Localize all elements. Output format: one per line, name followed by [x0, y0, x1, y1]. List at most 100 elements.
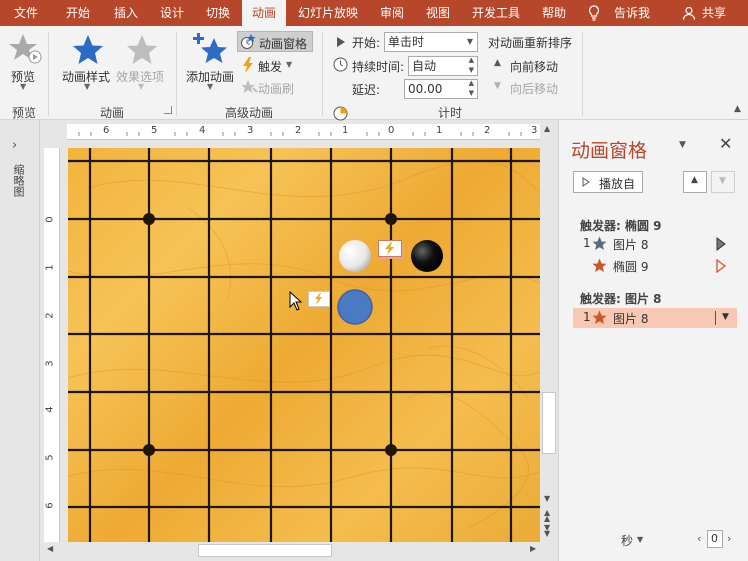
- ruler-ticks: [78, 132, 522, 136]
- close-icon[interactable]: ✕: [719, 134, 732, 153]
- start-label: 开始:: [352, 36, 381, 50]
- trigger-tag-lightning-icon[interactable]: [308, 291, 330, 307]
- next-slide-icon[interactable]: ▼ ▼: [544, 524, 550, 538]
- scroll-up-icon[interactable]: ▲: [544, 124, 550, 133]
- trigger-button[interactable]: 触发 ▼: [240, 56, 300, 76]
- ruler-tick: 2: [44, 312, 56, 319]
- move-earlier-button[interactable]: ▲ 向前移动: [490, 56, 570, 76]
- animation-item-selected[interactable]: 1 图片 8 ▼: [573, 308, 737, 328]
- item-divider: [715, 311, 716, 325]
- animation-name: 椭圆 9: [613, 260, 649, 274]
- star-icon: [127, 35, 157, 64]
- chevron-down-icon: ▼: [466, 37, 473, 46]
- arrow-up-icon: ▲: [691, 175, 698, 185]
- animation-number: 1: [583, 310, 591, 324]
- horizontal-ruler: 6 5 4 3 2 1 0 1 2 3: [67, 124, 540, 140]
- menu-help[interactable]: 帮助: [532, 0, 576, 26]
- trigger-header-2: 触发器: 图片 8: [580, 292, 662, 306]
- move-up-button[interactable]: ▲: [683, 171, 707, 193]
- timeline-right-icon[interactable]: ›: [727, 532, 731, 545]
- menu-insert[interactable]: 插入: [104, 0, 148, 26]
- scrollbar-thumb[interactable]: [542, 392, 556, 454]
- add-star-icon: [193, 33, 227, 63]
- animation-group-label: 动画: [99, 106, 124, 120]
- thumbnail-label[interactable]: 缩略图: [11, 164, 25, 197]
- pane-options-icon[interactable]: ▼: [679, 140, 686, 150]
- start-select[interactable]: 单击时 ▼: [384, 32, 478, 52]
- duration-spinner[interactable]: 自动 ▲ ▼: [408, 56, 478, 76]
- preview-group-label: 预览: [11, 106, 36, 120]
- menu-slideshow[interactable]: 幻灯片放映: [290, 0, 366, 26]
- lightning-icon: [243, 57, 253, 73]
- timing-group-label: 计时: [437, 106, 462, 120]
- animation-pane-button[interactable]: 动画窗格: [237, 31, 313, 52]
- horizontal-scrollbar[interactable]: ◀ ▶: [44, 543, 541, 558]
- delay-spinner[interactable]: 00.00 ▲ ▼: [404, 79, 478, 99]
- play-icon: [582, 177, 590, 187]
- timeline-unit-button[interactable]: 秒: [621, 532, 633, 549]
- menu-animations[interactable]: 动画: [242, 0, 286, 26]
- animation-item[interactable]: 1 图片 8: [573, 234, 737, 254]
- menu-view[interactable]: 视图: [416, 0, 460, 26]
- add-animation-button[interactable]: 添加动画 ▼: [184, 32, 236, 98]
- ruler-tick: 0: [44, 216, 56, 223]
- menu-bar: 文件 开始 插入 设计 切换 动画 幻灯片放映 审阅 视图 开发工具 帮助 告诉…: [0, 0, 748, 26]
- black-stone[interactable]: [411, 240, 443, 272]
- duration-value: 自动: [412, 59, 437, 73]
- menu-transitions[interactable]: 切换: [196, 0, 240, 26]
- timeline-bar-icon: [716, 259, 726, 273]
- animation-item[interactable]: 椭圆 9: [573, 256, 737, 276]
- mouse-cursor-icon: [289, 291, 303, 311]
- chevron-down-icon[interactable]: ▼: [722, 312, 729, 322]
- delay-value: 00.00: [408, 82, 443, 96]
- scroll-left-icon[interactable]: ◀: [47, 544, 53, 553]
- menu-design[interactable]: 设计: [148, 0, 196, 26]
- menu-developer[interactable]: 开发工具: [464, 0, 528, 26]
- scroll-down-icon[interactable]: ▼: [544, 494, 550, 503]
- delay-label: 延迟:: [352, 83, 381, 97]
- animation-styles-button[interactable]: 动画样式 ▼: [62, 32, 116, 98]
- white-stone[interactable]: [339, 240, 371, 272]
- share-label: 共享: [702, 6, 727, 20]
- animation-number: 1: [583, 236, 591, 250]
- menu-review[interactable]: 审阅: [370, 0, 414, 26]
- chevron-right-icon[interactable]: ›: [12, 138, 17, 153]
- blue-stone-ellipse[interactable]: [337, 289, 373, 325]
- trigger-header-1: 触发器: 椭圆 9: [580, 219, 662, 233]
- dialog-launcher-icon[interactable]: [164, 106, 172, 114]
- slide-canvas[interactable]: [68, 148, 540, 542]
- collapse-ribbon-icon[interactable]: ▲: [734, 104, 741, 114]
- chevron-down-icon: ▼: [20, 82, 27, 91]
- animation-painter-button[interactable]: 动画刷: [240, 78, 300, 98]
- trigger-tag-lightning-icon[interactable]: [378, 240, 402, 257]
- effect-options-button[interactable]: 效果选项 ▼: [116, 32, 168, 98]
- tell-me[interactable]: 告诉我: [582, 0, 662, 26]
- chevron-down-icon[interactable]: ▼: [637, 535, 643, 544]
- timeline-zoom-field[interactable]: 0: [707, 530, 723, 548]
- menu-home[interactable]: 开始: [52, 0, 104, 26]
- arrow-down-icon: ▼: [719, 176, 726, 186]
- star-icon: [592, 258, 607, 272]
- ruler-tick: 3: [44, 360, 56, 367]
- chevron-down-icon: ▼: [138, 82, 145, 91]
- move-down-button[interactable]: ▼: [711, 171, 735, 193]
- vertical-scrollbar[interactable]: ▲ ▼ ▲ ▲ ▼ ▼: [541, 124, 557, 544]
- play-from-button[interactable]: 播放自: [573, 171, 643, 193]
- start-value: 单击时: [388, 35, 425, 49]
- trigger-label: 触发: [258, 60, 283, 74]
- preview-button[interactable]: 预览 ▼: [6, 32, 42, 98]
- previous-slide-icon[interactable]: ▲ ▲: [544, 509, 550, 523]
- chevron-down-icon: ▼: [207, 82, 214, 91]
- star-icon: [73, 35, 103, 64]
- play-from-label: 播放自: [599, 177, 636, 191]
- scrollbar-thumb[interactable]: [198, 544, 332, 557]
- animation-painter-icon: [242, 80, 258, 93]
- star-icon: [592, 310, 607, 324]
- move-later-button[interactable]: ▼ 向后移动: [490, 78, 570, 98]
- timeline-left-icon[interactable]: ‹: [697, 532, 701, 545]
- share-button[interactable]: 共享: [680, 0, 740, 26]
- scroll-right-icon[interactable]: ▶: [530, 544, 536, 553]
- ruler-tick: 1: [44, 264, 56, 271]
- tell-me-label: 告诉我: [614, 6, 651, 20]
- menu-file[interactable]: 文件: [0, 0, 52, 26]
